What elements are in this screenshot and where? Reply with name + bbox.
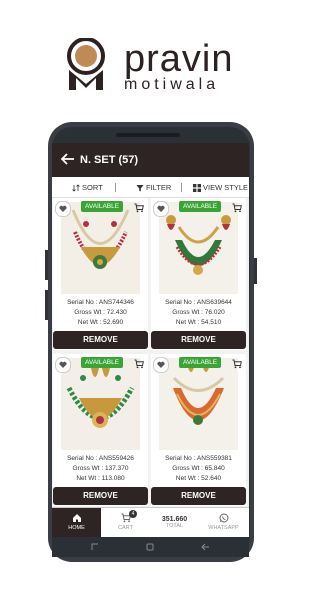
- product-card[interactable]: AVAILABLE Serial No : ANS744346 Gross Wt…: [53, 198, 148, 350]
- app-screen: N. SET (57) SORT FILTER VIEW STYLE AVAIL…: [52, 143, 249, 537]
- nav-home-label: HOME: [68, 525, 85, 531]
- view-style-label: VIEW STYLE: [203, 183, 249, 192]
- back-button-icon[interactable]: [200, 542, 210, 552]
- divider: [181, 183, 182, 192]
- nav-total-label: TOTAL: [165, 523, 184, 529]
- serial-number: Serial No : ANS639644: [165, 299, 232, 306]
- grid-icon: [193, 183, 201, 192]
- nav-whatsapp-label: WHATSAPP: [208, 525, 239, 531]
- bottom-navigation: HOME 4 CART 351.660 TOTAL WHATSAPP: [52, 507, 249, 537]
- product-card[interactable]: AVAILABLE Serial No : ANS639644 Gross Wt…: [151, 198, 246, 350]
- wishlist-button[interactable]: [153, 357, 169, 373]
- sort-filter-toolbar: SORT FILTER VIEW STYLE: [52, 177, 249, 198]
- serial-number: Serial No : ANS559381: [165, 455, 232, 462]
- product-image[interactable]: [159, 358, 238, 450]
- phone-speaker: [116, 133, 180, 137]
- product-image[interactable]: [159, 202, 238, 294]
- remove-button[interactable]: REMOVE: [53, 487, 148, 505]
- brand-logo: pravin motiwala: [0, 0, 300, 110]
- filter-button[interactable]: FILTER: [136, 183, 171, 192]
- add-to-cart-button[interactable]: [230, 357, 244, 371]
- gross-weight: Gross Wt : 65.840: [172, 465, 225, 472]
- home-icon: [72, 514, 81, 522]
- cart-icon: [232, 359, 242, 369]
- wishlist-button[interactable]: [55, 201, 71, 217]
- availability-badge: AVAILABLE: [179, 201, 222, 212]
- phone-volume-button: [45, 290, 48, 320]
- divider: [115, 183, 116, 192]
- net-weight: Net Wt : 54.510: [175, 319, 222, 326]
- heart-icon: [157, 361, 165, 368]
- availability-badge: AVAILABLE: [81, 357, 124, 368]
- nav-cart[interactable]: 4 CART: [101, 508, 150, 537]
- phone-volume-button: [45, 250, 48, 280]
- product-details: Serial No : ANS744346 Gross Wt : 72.430 …: [53, 298, 148, 328]
- cart-count-badge: 4: [129, 510, 137, 518]
- product-image[interactable]: [61, 358, 140, 450]
- net-weight: Net Wt : 113.080: [76, 475, 125, 482]
- whatsapp-icon: [219, 513, 228, 523]
- availability-badge: AVAILABLE: [81, 201, 124, 212]
- remove-button[interactable]: REMOVE: [151, 487, 246, 505]
- cart-icon: [134, 359, 144, 369]
- gross-weight: Gross Wt : 76.020: [172, 309, 225, 316]
- filter-label: FILTER: [146, 183, 172, 192]
- nav-total[interactable]: 351.660 TOTAL: [150, 508, 199, 537]
- serial-number: Serial No : ANS559426: [67, 455, 134, 462]
- product-details: Serial No : ANS559381 Gross Wt : 65.840 …: [151, 454, 246, 484]
- add-to-cart-button[interactable]: [132, 201, 146, 215]
- view-style-button[interactable]: VIEW STYLE: [193, 183, 248, 192]
- sort-label: SORT: [82, 183, 103, 192]
- cart-icon: [232, 203, 242, 213]
- heart-icon: [157, 205, 165, 212]
- gross-weight: Gross Wt : 72.430: [74, 309, 127, 316]
- product-details: Serial No : ANS639644 Gross Wt : 76.020 …: [151, 298, 246, 328]
- add-to-cart-button[interactable]: [132, 357, 146, 371]
- sort-button[interactable]: SORT: [72, 183, 103, 192]
- remove-button[interactable]: REMOVE: [53, 331, 148, 349]
- home-button-icon[interactable]: [145, 542, 155, 552]
- wishlist-button[interactable]: [153, 201, 169, 217]
- sort-icon: [72, 183, 80, 192]
- total-value: 351.660: [161, 516, 188, 523]
- brand-name: pravin: [124, 38, 234, 80]
- wishlist-button[interactable]: [55, 357, 71, 373]
- product-details: Serial No : ANS559426 Gross Wt : 137.370…: [53, 454, 148, 484]
- product-card[interactable]: AVAILABLE Serial No : ANS559426 Gross Wt…: [53, 354, 148, 506]
- app-bar: N. SET (57): [52, 143, 249, 177]
- back-arrow-icon[interactable]: [60, 151, 76, 167]
- remove-button[interactable]: REMOVE: [151, 331, 246, 349]
- nav-whatsapp[interactable]: WHATSAPP: [199, 508, 248, 537]
- recent-apps-icon[interactable]: [90, 542, 100, 552]
- product-card[interactable]: AVAILABLE Serial No : ANS559381 Gross Wt…: [151, 354, 246, 506]
- gross-weight: Gross Wt : 137.370: [72, 465, 129, 472]
- nav-cart-label: CART: [118, 525, 133, 531]
- product-image[interactable]: [61, 202, 140, 294]
- serial-number: Serial No : ANS744346: [67, 299, 134, 306]
- nav-home[interactable]: HOME: [52, 508, 101, 537]
- system-navigation-bar: [52, 537, 249, 557]
- phone-power-button: [254, 258, 257, 284]
- page-title: N. SET (57): [80, 154, 139, 166]
- add-to-cart-button[interactable]: [230, 201, 244, 215]
- availability-badge: AVAILABLE: [179, 357, 222, 368]
- net-weight: Net Wt : 52.690: [77, 319, 124, 326]
- net-weight: Net Wt : 52.640: [175, 475, 222, 482]
- heart-icon: [59, 361, 67, 368]
- filter-icon: [136, 184, 144, 191]
- heart-icon: [59, 205, 67, 212]
- cart-icon: [134, 203, 144, 213]
- brand-mark-icon: [67, 38, 105, 90]
- brand-subtitle: motiwala: [124, 76, 220, 93]
